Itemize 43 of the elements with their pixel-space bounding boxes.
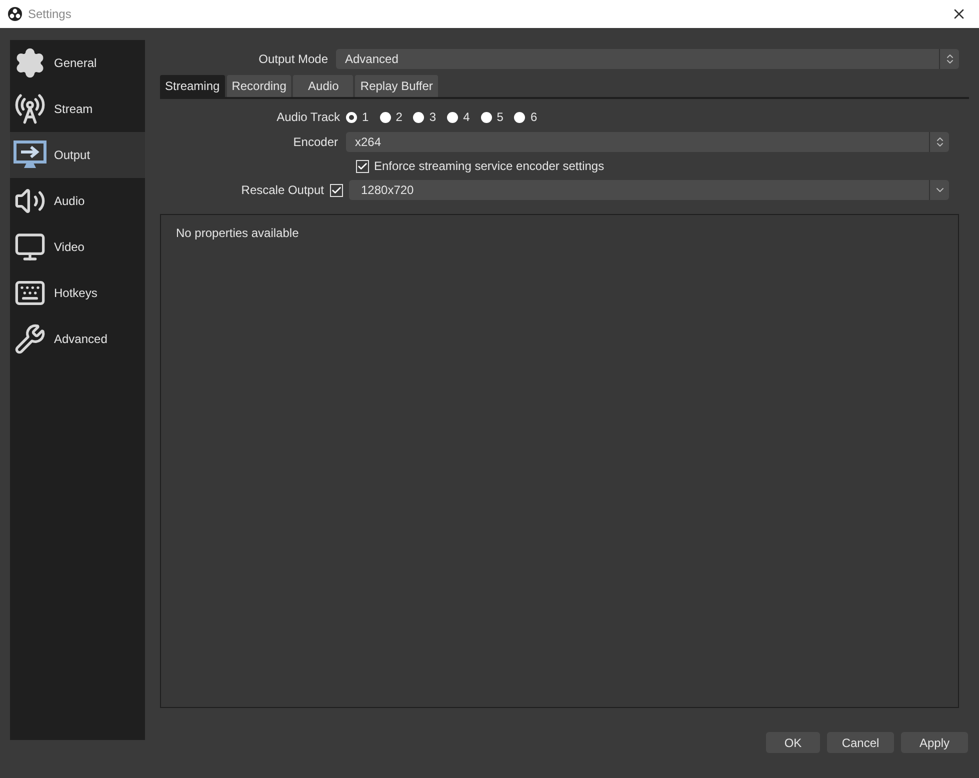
tab[interactable]: Audio	[293, 75, 354, 97]
radio-option[interactable]: 1	[346, 108, 369, 126]
wrench-icon	[14, 323, 46, 355]
sidebar-item[interactable]: Stream	[10, 86, 145, 132]
dialog-button[interactable]: Cancel	[827, 732, 894, 753]
monitor-icon	[14, 231, 46, 263]
field-label: Encoder	[292, 134, 339, 151]
radio-button[interactable]	[447, 112, 458, 122]
radio-option[interactable]: 4	[447, 108, 470, 126]
checkbox[interactable]	[356, 160, 369, 172]
radio-option[interactable]: 3	[413, 108, 436, 126]
dialog-button[interactable]: OK	[766, 732, 820, 753]
checkbox-label: Enforce streaming service encoder settings	[374, 158, 604, 175]
sidebar-item[interactable]: General	[10, 40, 145, 86]
sidebar-item[interactable]: Video	[10, 224, 145, 270]
radio-button[interactable]	[380, 112, 391, 122]
app-logo-icon	[8, 7, 22, 21]
sidebar-item[interactable]: Output	[10, 132, 145, 178]
radio-button[interactable]	[514, 112, 526, 122]
sidebar-item[interactable]: Hotkeys	[10, 270, 145, 316]
field-label: Audio Track	[276, 109, 341, 126]
field-label: Output Mode	[258, 51, 329, 68]
window-title: Settings	[28, 6, 72, 23]
monitor-arrow-icon	[13, 140, 47, 170]
radio-button[interactable]	[480, 112, 492, 122]
empty-message: No properties available	[176, 226, 299, 240]
sidebar-item[interactable]: Audio	[10, 178, 145, 224]
tab[interactable]: Streaming	[160, 75, 225, 97]
resolution-dropdown[interactable]: 1280x720	[349, 180, 949, 200]
output-mode-spinbox[interactable]: Advanced	[336, 49, 959, 69]
radio-button[interactable]	[346, 112, 357, 122]
checkbox[interactable]	[330, 184, 343, 196]
tab[interactable]: Replay Buffer	[355, 75, 438, 97]
encoder-spinbox[interactable]: x264	[346, 132, 949, 152]
radio-option[interactable]: 2	[380, 108, 402, 126]
radio-tower-icon	[14, 93, 46, 125]
radio-option[interactable]: 6	[514, 108, 538, 126]
sidebar-item[interactable]: Advanced	[10, 316, 145, 362]
tab[interactable]: Recording	[226, 75, 292, 97]
radio-button[interactable]	[413, 112, 424, 122]
dialog-button[interactable]: Apply	[901, 732, 968, 753]
field-label: Rescale Output	[240, 182, 325, 199]
radio-option[interactable]: 5	[480, 108, 504, 126]
